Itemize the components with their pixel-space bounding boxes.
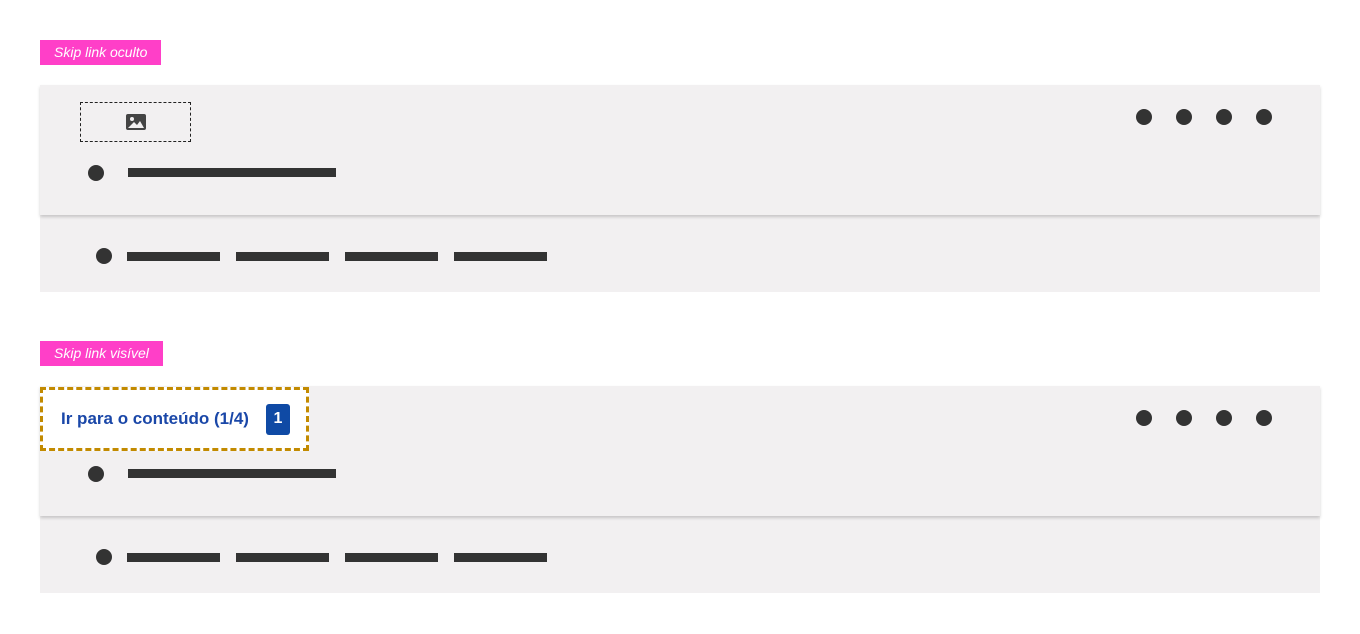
site-title-placeholder — [128, 469, 336, 478]
section-tag-hidden: Skip link oculto — [40, 40, 162, 65]
menu-icon[interactable] — [88, 165, 104, 181]
menu-bar-visible — [40, 516, 1320, 593]
logo-placeholder[interactable] — [80, 102, 191, 142]
menu-item-placeholder[interactable] — [236, 553, 329, 562]
page-header-hidden — [40, 85, 1320, 215]
menu-item-placeholder[interactable] — [127, 252, 220, 261]
menu-icon[interactable] — [88, 466, 104, 482]
menu-bar-icon[interactable] — [96, 549, 112, 565]
menu-item-placeholder[interactable] — [127, 553, 220, 562]
header-action-icon[interactable] — [1176, 109, 1192, 125]
menu-item-placeholder[interactable] — [345, 252, 438, 261]
header-action-icon[interactable] — [1256, 410, 1272, 426]
header-action-icon[interactable] — [1216, 410, 1232, 426]
skip-link-label: Ir para o conteúdo (1/4) — [61, 409, 249, 428]
skip-link[interactable]: Ir para o conteúdo (1/4) 1 — [40, 387, 309, 451]
menu-bar-icon[interactable] — [96, 248, 112, 264]
menu-bar-hidden — [40, 215, 1320, 292]
site-title-placeholder — [128, 168, 336, 177]
menu-item-placeholder[interactable] — [454, 553, 547, 562]
page-header-visible: Ir para o conteúdo (1/4) 1 — [40, 386, 1320, 516]
menu-item-placeholder[interactable] — [454, 252, 547, 261]
header-action-icon[interactable] — [1176, 410, 1192, 426]
skip-link-badge: 1 — [265, 403, 290, 435]
header-action-icon[interactable] — [1216, 109, 1232, 125]
menu-item-placeholder[interactable] — [345, 553, 438, 562]
section-tag-visible: Skip link visível — [40, 341, 163, 366]
header-action-icon[interactable] — [1136, 109, 1152, 125]
menu-item-placeholder[interactable] — [236, 252, 329, 261]
image-icon — [125, 114, 146, 130]
header-action-icon[interactable] — [1256, 109, 1272, 125]
header-action-icon[interactable] — [1136, 410, 1152, 426]
